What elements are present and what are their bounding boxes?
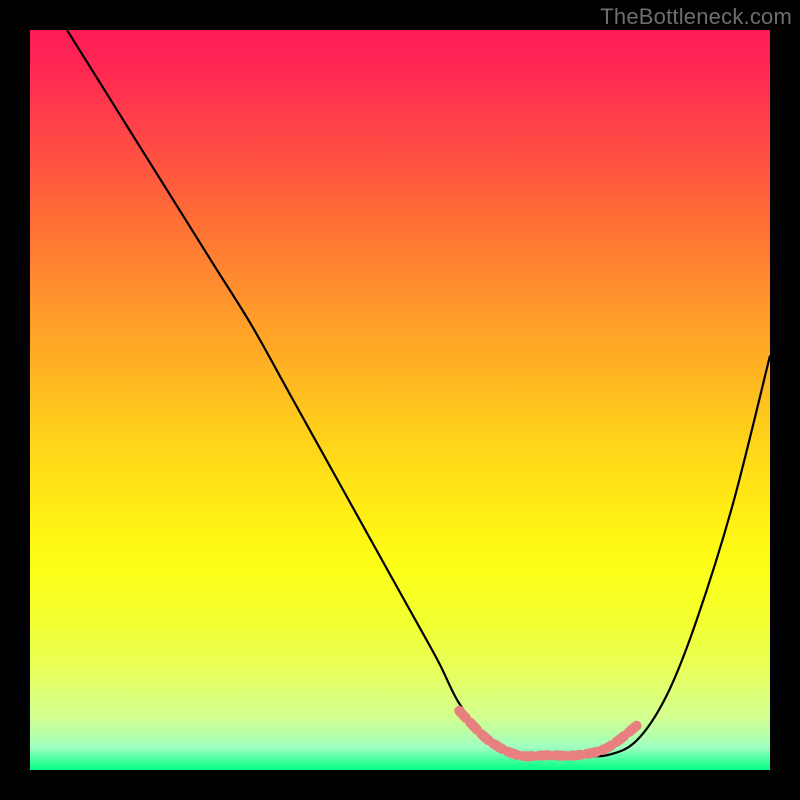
optimal-band bbox=[459, 711, 637, 757]
bottleneck-curve bbox=[67, 30, 770, 756]
chart-frame: TheBottleneck.com bbox=[0, 0, 800, 800]
watermark-text: TheBottleneck.com bbox=[600, 4, 792, 30]
plot-area bbox=[30, 30, 770, 770]
chart-svg bbox=[30, 30, 770, 770]
